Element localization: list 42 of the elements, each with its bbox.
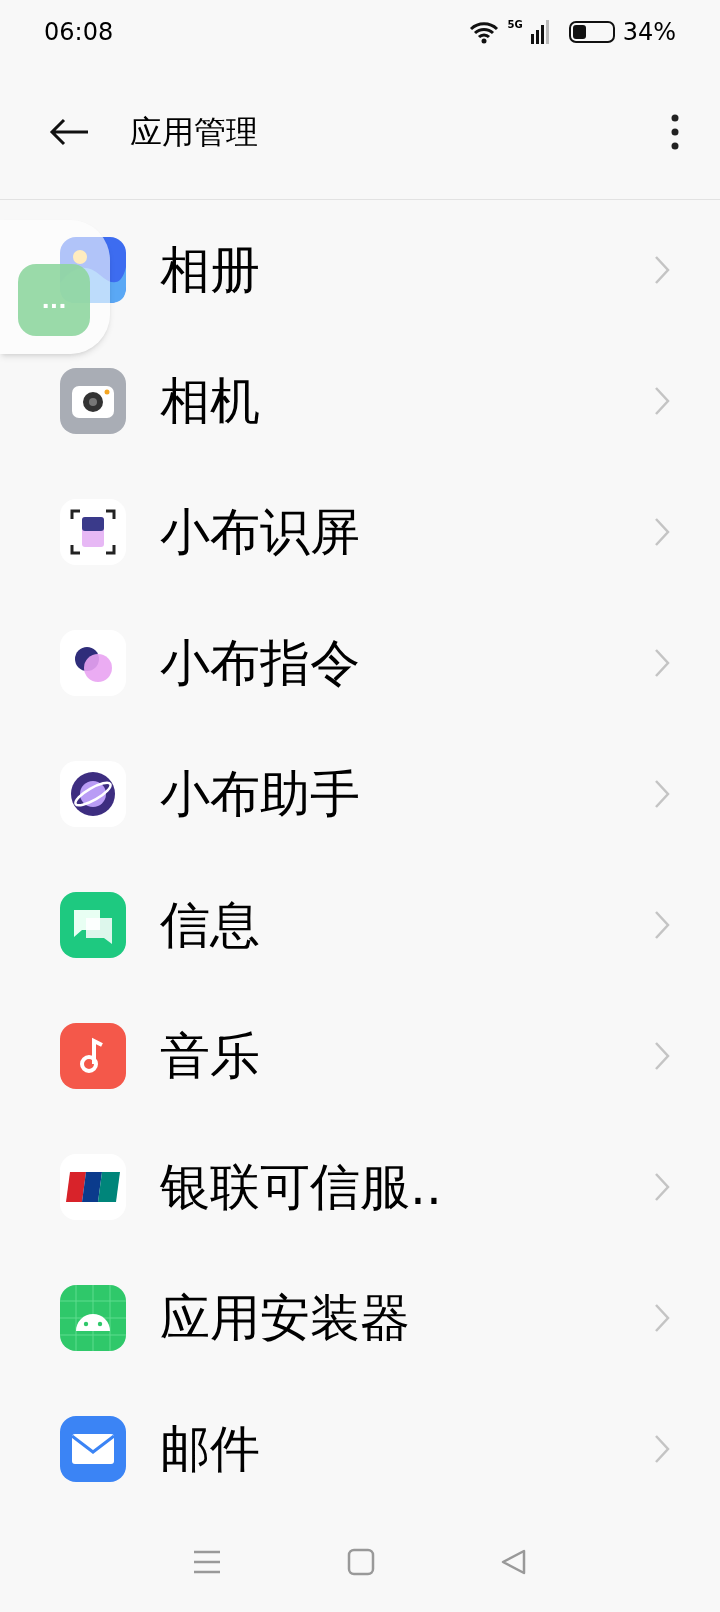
camera-icon xyxy=(60,367,126,434)
signal-icon xyxy=(530,20,551,44)
wifi-icon xyxy=(469,20,500,44)
chevron-right-icon xyxy=(654,1171,670,1202)
app-name: 小布助手 xyxy=(160,768,360,819)
android-icon xyxy=(60,1284,126,1351)
back-arrow-icon[interactable] xyxy=(48,116,90,147)
menu-icon[interactable] xyxy=(192,1549,223,1575)
command-icon xyxy=(60,629,126,696)
scan-icon xyxy=(60,498,126,565)
battery-icon xyxy=(568,21,615,43)
card-logo-icon xyxy=(60,1153,126,1220)
chevron-right-icon xyxy=(654,1302,670,1333)
app-name: 相册 xyxy=(160,244,260,295)
page-title: 应用管理 xyxy=(130,111,258,153)
app-name: 银联可信服.. xyxy=(160,1161,442,1212)
app-name: 音乐 xyxy=(160,1030,260,1081)
assistant-icon xyxy=(60,760,126,827)
music-note-icon xyxy=(60,1022,126,1089)
app-name: 应用安装器 xyxy=(160,1292,410,1343)
app-name: 小布识屏 xyxy=(160,506,360,557)
chevron-right-icon xyxy=(654,1040,670,1071)
messages-icon xyxy=(60,891,126,958)
more-options-icon[interactable] xyxy=(670,113,680,150)
app-name: 信息 xyxy=(160,899,260,950)
chevron-right-icon xyxy=(654,516,670,547)
floating-bubble[interactable]: ... xyxy=(18,264,90,336)
status-time: 06:08 xyxy=(44,17,114,48)
home-square-icon[interactable] xyxy=(347,1548,375,1576)
chevron-right-icon xyxy=(654,647,670,678)
chevron-right-icon xyxy=(654,385,670,416)
chevron-right-icon xyxy=(654,909,670,940)
app-name: 相机 xyxy=(160,375,260,426)
app-name: 小布指令 xyxy=(160,637,360,688)
chevron-right-icon xyxy=(654,254,670,285)
chevron-right-icon xyxy=(654,1433,670,1464)
back-triangle-icon[interactable] xyxy=(499,1548,528,1576)
chevron-right-icon xyxy=(654,778,670,809)
battery-percentage: 34% xyxy=(622,17,676,48)
app-name: 邮件 xyxy=(160,1423,260,1474)
network-type: 5G xyxy=(507,20,523,30)
mail-icon xyxy=(60,1415,126,1482)
